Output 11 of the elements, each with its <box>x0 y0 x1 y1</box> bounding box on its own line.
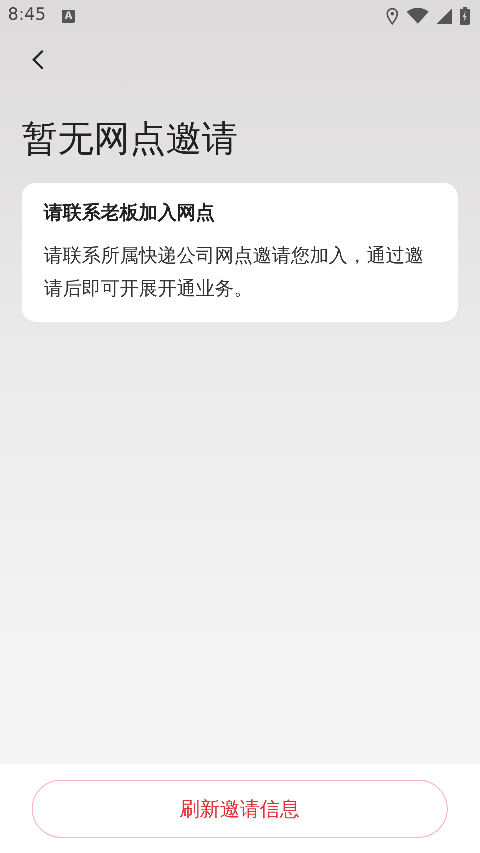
page-title: 暂无网点邀请 <box>22 118 239 162</box>
back-icon <box>31 48 45 71</box>
card-heading: 请联系老板加入网点 <box>44 201 216 226</box>
notification-icon: A <box>62 10 76 22</box>
card-text: 请联系所属快递公司网点邀请您加入，通过邀请后即可开展开通业务。 <box>44 244 425 302</box>
signal-icon <box>437 8 452 24</box>
wifi-icon <box>407 8 429 24</box>
battery-icon <box>460 7 470 25</box>
status-time: 8:45 <box>8 4 46 28</box>
location-icon <box>386 8 399 24</box>
refresh-button[interactable]: 刷新邀请信息 <box>32 780 448 838</box>
